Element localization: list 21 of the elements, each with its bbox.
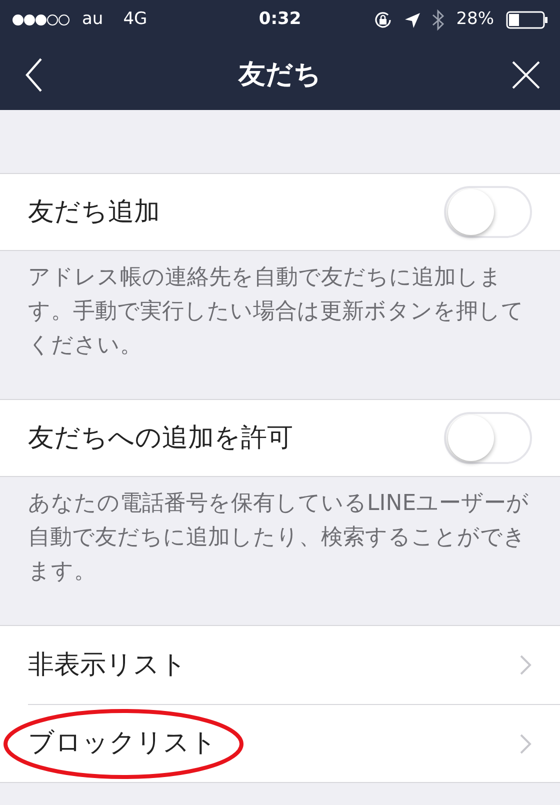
nav-title: 友だち bbox=[238, 58, 322, 92]
setting-description: あなたの電話番号を保有しているLINEユーザーが自動で友だちに追加したり、検索することができます。 bbox=[27, 490, 530, 586]
bluetooth-icon bbox=[432, 9, 444, 31]
battery-percent-text: 28% bbox=[456, 8, 494, 32]
list-link[interactable]: 非表示リスト bbox=[28, 646, 187, 684]
rotation-lock-icon bbox=[373, 10, 394, 30]
row-label: 友だち追加 bbox=[28, 196, 160, 228]
carrier-text: au bbox=[82, 8, 104, 32]
back-chevron-icon bbox=[25, 58, 43, 92]
signal-icon bbox=[12, 14, 70, 26]
chevron-right-icon bbox=[520, 655, 532, 675]
location-arrow-icon bbox=[405, 12, 420, 28]
setting-description: アドレス帳の連絡先を自動で友だちに追加します。手動で実行したい場合は更新ボタンを押してください。 bbox=[27, 264, 525, 360]
battery-icon bbox=[506, 11, 548, 29]
chevron-right-icon bbox=[520, 734, 532, 754]
toggle-switch[interactable] bbox=[444, 186, 532, 238]
network-text: 4G bbox=[123, 8, 148, 32]
toggle-switch[interactable] bbox=[444, 412, 532, 464]
time-text: 0:32 bbox=[258, 8, 302, 32]
row-label: 友だちへの追加を許可 bbox=[28, 422, 293, 454]
close-icon bbox=[512, 61, 540, 89]
